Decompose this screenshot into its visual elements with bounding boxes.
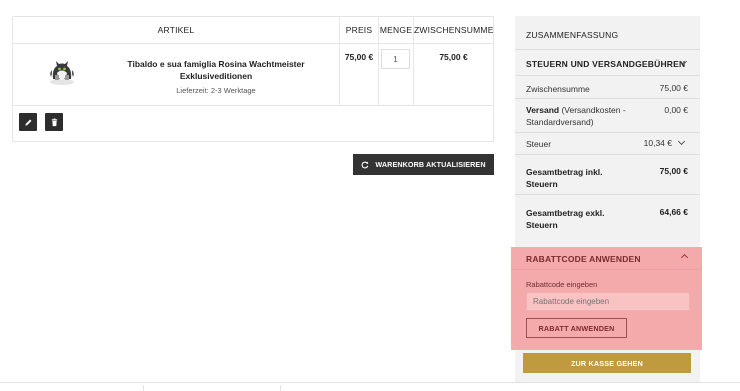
divider bbox=[515, 98, 700, 99]
edit-item-button[interactable] bbox=[19, 113, 37, 131]
summary-title: ZUSAMMENFASSUNG bbox=[526, 30, 619, 40]
divider bbox=[511, 269, 702, 270]
total-incl-tax-value: 75,00 € bbox=[659, 166, 688, 176]
apply-discount-button[interactable]: RABATT ANWENDEN bbox=[526, 318, 627, 338]
product-image[interactable] bbox=[46, 55, 78, 87]
cart-table-header: ARTIKEL PREIS MENGE ZWISCHENSUMME bbox=[13, 17, 493, 44]
divider bbox=[280, 385, 281, 391]
total-excl-tax-value: 64,66 € bbox=[659, 207, 688, 217]
shipping-value: 0,00 € bbox=[664, 105, 688, 115]
tax-label: Steuer bbox=[526, 139, 552, 149]
discount-toggle[interactable]: RABATTCODE ANWENDEN bbox=[526, 254, 641, 264]
chevron-down-icon[interactable] bbox=[677, 137, 686, 146]
update-cart-label: WARENKORB AKTUALISIEREN bbox=[375, 160, 486, 169]
discount-code-input[interactable] bbox=[526, 292, 690, 311]
chevron-up-icon[interactable] bbox=[680, 253, 689, 262]
column-header-zwischensumme: ZWISCHENSUMME bbox=[414, 25, 494, 35]
footer-strip bbox=[0, 382, 740, 391]
taxes-shipping-toggle[interactable]: STEUERN UND VERSANDGEBÜHREN bbox=[515, 49, 700, 76]
divider bbox=[515, 132, 700, 133]
tax-value[interactable]: 10,34 € bbox=[644, 138, 672, 148]
refresh-icon bbox=[361, 161, 369, 168]
delete-item-button[interactable] bbox=[45, 113, 63, 131]
product-subtotal: 75,00 € bbox=[439, 52, 468, 62]
discount-code-section: RABATTCODE ANWENDEN Rabattcode eingeben … bbox=[511, 247, 702, 350]
cart-table: ARTIKEL PREIS MENGE ZWISCHENSUMME Tibald… bbox=[12, 16, 494, 142]
divider bbox=[515, 194, 700, 195]
checkout-button[interactable]: ZUR KASSE GEHEN bbox=[523, 353, 691, 373]
column-header-artikel: ARTIKEL bbox=[157, 25, 195, 35]
total-incl-tax-label: Gesamtbetrag inkl. Steuern bbox=[526, 167, 603, 189]
delivery-time: Lieferzeit: 2-3 Werktage bbox=[176, 86, 256, 95]
table-row: Tibaldo e sua famiglia Rosina Wachtmeist… bbox=[13, 45, 493, 106]
product-name[interactable]: Tibaldo e sua famiglia Rosina Wachtmeist… bbox=[121, 58, 311, 82]
divider bbox=[515, 154, 700, 155]
column-header-menge: MENGE bbox=[379, 25, 413, 35]
discount-code-label: Rabattcode eingeben bbox=[526, 280, 598, 289]
quantity-input[interactable] bbox=[381, 49, 410, 69]
trash-icon bbox=[51, 118, 57, 126]
total-excl-tax-label: Gesamtbetrag exkl. Steuern bbox=[526, 208, 605, 230]
subtotal-label: Zwischensumme bbox=[526, 84, 590, 94]
shipping-label-bold: Versand bbox=[526, 105, 560, 115]
pencil-icon bbox=[24, 119, 31, 126]
divider bbox=[143, 385, 144, 391]
product-price: 75,00 € bbox=[344, 52, 374, 62]
taxes-shipping-label: STEUERN UND VERSANDGEBÜHREN bbox=[526, 59, 686, 69]
subtotal-value: 75,00 € bbox=[659, 83, 688, 93]
shipping-label: Versand (Versandkosten - Standardversand… bbox=[526, 104, 636, 128]
update-cart-button[interactable]: WARENKORB AKTUALISIEREN bbox=[353, 154, 494, 175]
column-header-preis: PREIS bbox=[345, 25, 373, 35]
